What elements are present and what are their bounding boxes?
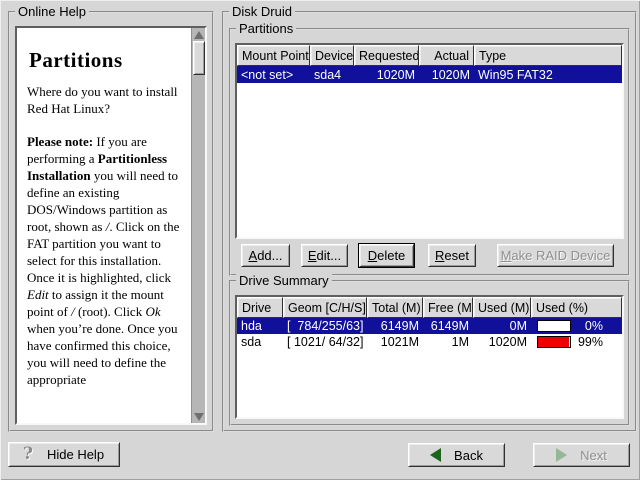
drive-free: 6149M [423, 319, 473, 333]
partitions-frame: Partitions Mount Point Device Requested … [229, 28, 630, 276]
partition-device: sda4 [310, 68, 354, 82]
scroll-down-button[interactable] [192, 410, 205, 423]
drive-used-pct: 99% [571, 335, 603, 349]
column-header-requested[interactable]: Requested [354, 45, 419, 66]
partition-requested: 1020M [354, 68, 419, 82]
drive-geom: [ 784/255/63] [283, 319, 367, 333]
drive-used-pct: 0% [571, 319, 603, 333]
column-header-device[interactable]: Device [310, 45, 354, 66]
drive-row-hda[interactable]: hda [ 784/255/63] 6149M 6149M 0M 0% [237, 318, 622, 334]
right-arrow-icon [556, 448, 567, 462]
usage-bar [537, 336, 571, 348]
partition-mount-point: <not set> [237, 68, 310, 82]
edit-button[interactable]: Edit... [301, 244, 348, 267]
partition-actions: Add... Edit... Delete Reset Make RAID De… [235, 242, 624, 269]
scroll-up-button[interactable] [192, 28, 205, 41]
online-help-frame: Online Help Partitions Where do you want… [8, 11, 214, 432]
column-header-mount-point[interactable]: Mount Point [237, 45, 310, 66]
next-button[interactable]: Next [533, 443, 630, 467]
partition-actual: 1020M [419, 68, 474, 82]
partition-type: Win95 FAT32 [474, 68, 622, 82]
column-header-used-m[interactable]: Used (M) [473, 297, 531, 318]
drive-total: 1021M [367, 335, 423, 349]
back-button[interactable]: Back [408, 443, 505, 467]
drive-summary-frame-label: Drive Summary [236, 273, 332, 288]
hide-help-button[interactable]: ? Hide Help [8, 442, 120, 467]
partitions-frame-label: Partitions [236, 21, 296, 36]
help-title: Partitions [29, 52, 189, 69]
help-scroll-area: Partitions Where do you want to install … [15, 26, 207, 425]
hide-help-label: Hide Help [47, 447, 104, 462]
add-button[interactable]: Add... [241, 244, 290, 267]
disk-druid-frame: Disk Druid Partitions Mount Point Device… [222, 11, 637, 432]
column-header-actual[interactable]: Actual [419, 45, 474, 66]
triangle-down-icon [194, 413, 204, 421]
drive-name: hda [237, 319, 283, 333]
installer-window: { "colors": { "background": "#d6d6d6", "… [0, 0, 640, 480]
help-intro-paragraph: Where do you want to install Red Hat Lin… [27, 83, 189, 117]
partition-row-sda4[interactable]: <not set> sda4 1020M 1020M Win95 FAT32 [237, 66, 622, 83]
delete-button[interactable]: Delete [359, 244, 414, 267]
scrollbar-thumb[interactable] [193, 41, 205, 75]
drive-geom: [ 1021/ 64/32] [283, 335, 367, 349]
drive-used-m: 0M [473, 319, 531, 333]
partitions-table: Mount Point Device Requested Actual Type… [235, 43, 624, 239]
question-mark-icon: ? [23, 446, 33, 463]
drive-free: 1M [423, 335, 473, 349]
column-header-drive[interactable]: Drive [237, 297, 283, 318]
disk-druid-frame-label: Disk Druid [229, 4, 295, 19]
column-header-free[interactable]: Free (M) [423, 297, 473, 318]
left-arrow-icon [430, 448, 441, 462]
column-header-geom[interactable]: Geom [C/H/S] [283, 297, 367, 318]
usage-bar-fill [538, 337, 569, 347]
next-label: Next [580, 448, 607, 463]
make-raid-device-button[interactable]: Make RAID Device [497, 244, 614, 267]
help-note-paragraph: Please note: If you are performing a Par… [27, 133, 189, 388]
drive-summary-table: Drive Geom [C/H/S] Total (M) Free (M) Us… [235, 295, 624, 419]
drive-used-m: 1020M [473, 335, 531, 349]
column-header-total[interactable]: Total (M) [367, 297, 423, 318]
drive-used-pct-cell: 0% [531, 319, 622, 333]
help-scrollbar[interactable] [191, 28, 205, 423]
triangle-up-icon [194, 31, 204, 39]
online-help-frame-label: Online Help [15, 4, 89, 19]
drive-row-sda[interactable]: sda [ 1021/ 64/32] 1021M 1M 1020M 99% [237, 334, 622, 350]
drive-used-pct-cell: 99% [531, 335, 622, 349]
help-text: Partitions Where do you want to install … [17, 28, 191, 423]
drive-name: sda [237, 335, 283, 349]
usage-bar [537, 320, 571, 332]
column-header-type[interactable]: Type [474, 45, 622, 66]
column-header-used-pct[interactable]: Used (%) [531, 297, 622, 318]
reset-button[interactable]: Reset [428, 244, 476, 267]
partitions-table-header: Mount Point Device Requested Actual Type [237, 45, 622, 66]
drive-summary-frame: Drive Summary Drive Geom [C/H/S] Total (… [229, 280, 630, 426]
drive-summary-header: Drive Geom [C/H/S] Total (M) Free (M) Us… [237, 297, 622, 318]
back-label: Back [454, 448, 483, 463]
drive-total: 6149M [367, 319, 423, 333]
